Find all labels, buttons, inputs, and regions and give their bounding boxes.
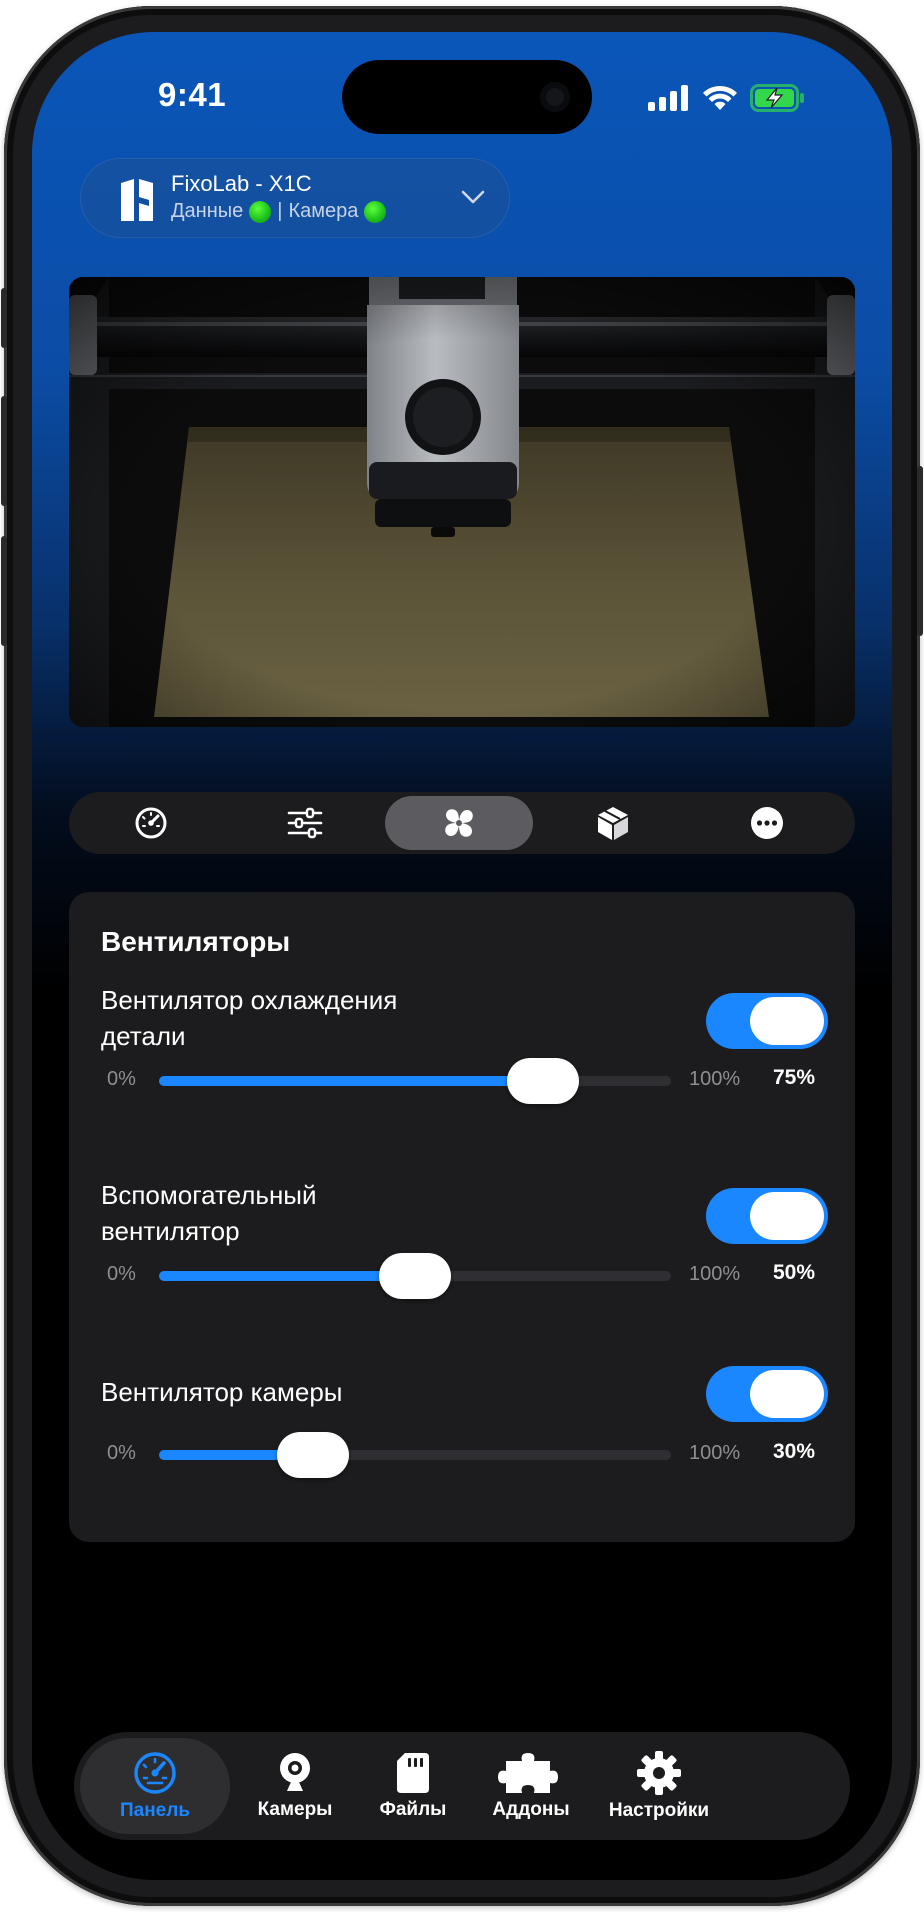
slider-min-label: 0% — [107, 1442, 136, 1464]
slider-auxiliary-fan: 0% 100% 50% — [101, 1253, 831, 1299]
dynamic-island — [342, 60, 592, 134]
volume-up-button — [1, 396, 7, 506]
webcam-icon — [280, 1753, 310, 1791]
slider-thumb[interactable] — [276, 1432, 349, 1478]
camera-status-indicator — [364, 200, 387, 223]
printer-logo-icon — [121, 179, 153, 221]
fan-label-chamber: Вентилятор камеры — [101, 1377, 343, 1407]
slider-part-cooling-fan: 0% 100% 75% — [101, 1058, 831, 1104]
tab-filament[interactable] — [539, 796, 687, 850]
gear-icon — [637, 1751, 681, 1795]
slider-fill — [159, 1076, 543, 1086]
puzzle-icon — [498, 1753, 558, 1793]
fan-label-part-cooling: Вентилятор охлаждения детали — [101, 985, 398, 1051]
screen: 9:41 FixoLab - X1C Данные | Камера Венти… — [32, 32, 892, 1880]
toggle-chamber-fan[interactable] — [706, 1366, 828, 1422]
camera-status-label: Камера — [288, 200, 359, 222]
front-camera — [540, 82, 570, 112]
status-icons — [648, 84, 806, 112]
slider-value: 50% — [773, 1261, 816, 1284]
sliders-icon — [287, 807, 323, 839]
printer-name: FixoLab - X1C — [171, 171, 312, 196]
slider-max-label: 100% — [689, 1068, 741, 1090]
toggle-auxiliary-fan[interactable] — [706, 1188, 828, 1244]
nav-label-cameras: Камеры — [257, 1799, 333, 1820]
tab-controls[interactable] — [231, 796, 379, 850]
slider-value: 75% — [773, 1066, 816, 1089]
toggle-part-cooling-fan[interactable] — [706, 993, 828, 1049]
power-button — [917, 466, 923, 636]
slider-track[interactable] — [159, 1058, 671, 1104]
slider-max-label: 100% — [689, 1442, 741, 1464]
slider-min-label: 0% — [107, 1263, 136, 1285]
slider-track[interactable] — [159, 1432, 671, 1478]
nav-label-dashboard: Панель — [119, 1800, 191, 1821]
mute-switch — [1, 288, 7, 348]
slider-value: 30% — [773, 1440, 816, 1463]
sd-card-icon — [397, 1753, 429, 1793]
tab-fans[interactable] — [385, 796, 533, 850]
box-icon — [598, 807, 628, 840]
nav-item-dashboard[interactable]: Панель — [80, 1738, 230, 1834]
toggle-knob — [750, 997, 824, 1045]
phone-frame: 9:41 FixoLab - X1C Данные | Камера Венти… — [1, 6, 923, 1906]
camera-image — [69, 277, 855, 727]
slider-track[interactable] — [159, 1253, 671, 1299]
slider-fill — [159, 1271, 415, 1281]
volume-down-button — [1, 536, 7, 646]
more-icon — [751, 807, 783, 839]
control-tabs — [69, 792, 855, 854]
slider-chamber-fan: 0% 100% 30% — [101, 1432, 831, 1478]
status-separator: | — [277, 200, 283, 222]
wifi-icon — [703, 85, 737, 110]
nav-label-files: Файлы — [379, 1799, 447, 1820]
printer-selector[interactable]: FixoLab - X1C Данные | Камера — [80, 158, 510, 238]
cellular-signal-icon — [648, 85, 688, 111]
dashboard-icon — [134, 1752, 176, 1794]
slider-thumb[interactable] — [507, 1058, 579, 1104]
fan-icon — [445, 809, 473, 837]
data-status-label: Данные — [171, 200, 244, 222]
nav-label-addons: Аддоны — [492, 1799, 570, 1820]
nav-item-settings[interactable]: Настройки — [584, 1738, 734, 1834]
slider-max-label: 100% — [689, 1263, 741, 1285]
slider-thumb[interactable] — [379, 1253, 451, 1299]
battery-charging-icon — [750, 84, 804, 112]
data-status-indicator — [249, 200, 272, 223]
tab-status[interactable] — [77, 796, 225, 850]
nav-label-settings: Настройки — [608, 1800, 710, 1821]
camera-feed[interactable] — [69, 277, 855, 727]
fans-title: Вентиляторы — [101, 926, 291, 957]
toggle-knob — [750, 1192, 824, 1240]
fans-panel: Вентиляторы Вентилятор охлаждения детали… — [69, 892, 855, 1542]
bottom-navigation: Панель Камеры Файлы Аддоны Настройки — [74, 1732, 850, 1840]
chevron-down-icon[interactable] — [461, 189, 485, 205]
slider-min-label: 0% — [107, 1068, 136, 1090]
status-time: 9:41 — [158, 76, 227, 113]
speedometer-icon — [135, 807, 167, 839]
fan-label-auxiliary: Вспомогательный вентилятор — [101, 1180, 317, 1246]
printer-connection-status: Данные | Камера — [171, 200, 387, 223]
toggle-knob — [750, 1370, 824, 1418]
tab-more[interactable] — [693, 796, 841, 850]
